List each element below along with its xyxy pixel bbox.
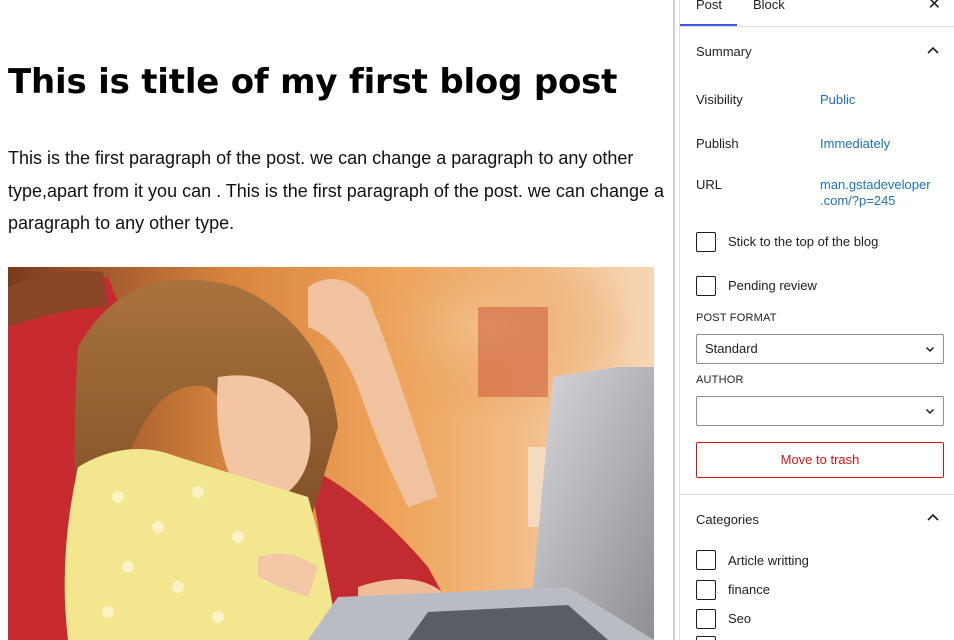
visibility-label: Visibility: [696, 92, 743, 107]
visibility-value[interactable]: Public: [820, 92, 855, 108]
stick-to-top-label: Stick to the top of the blog: [728, 234, 879, 249]
sidebar-tabs: Post Block ✕: [680, 0, 954, 27]
categories-panel-title[interactable]: Categories: [696, 512, 946, 527]
category-label: Seo: [728, 611, 752, 626]
editor-sidebar-divider: [673, 0, 675, 640]
publish-label: Publish: [696, 136, 739, 151]
author-select[interactable]: [696, 396, 944, 426]
category-label: Article writting: [728, 553, 809, 568]
post-format-select[interactable]: Standard: [696, 334, 944, 364]
summary-panel-title[interactable]: Summary: [696, 44, 946, 59]
category-checkbox[interactable]: [696, 580, 716, 600]
post-title[interactable]: This is title of my first blog post: [8, 60, 617, 104]
category-label: finance: [728, 582, 770, 597]
chevron-down-icon: [925, 346, 935, 353]
url-label: URL: [696, 177, 723, 192]
chevron-down-icon: [925, 408, 935, 415]
url-value-line2: .com/?p=245: [820, 193, 896, 208]
category-checkbox[interactable]: [696, 609, 716, 629]
panel-divider: [680, 494, 954, 495]
tab-block[interactable]: Block: [753, 0, 785, 26]
post-image[interactable]: [8, 267, 654, 640]
chevron-up-icon[interactable]: [926, 511, 940, 525]
author-label: AUTHOR: [696, 374, 744, 386]
post-paragraph[interactable]: This is the first paragraph of the post.…: [8, 142, 670, 240]
move-to-trash-button[interactable]: Move to trash: [696, 442, 944, 478]
publish-value[interactable]: Immediately: [820, 136, 890, 152]
settings-sidebar: Post Block ✕ Summary Visibility Public P…: [679, 0, 954, 640]
editor-canvas: This is title of my first blog post This…: [0, 0, 673, 640]
category-checkbox[interactable]: [696, 550, 716, 570]
url-value[interactable]: man.gstadeveloper .com/?p=245: [820, 177, 931, 209]
post-format-label: POST FORMAT: [696, 312, 777, 324]
post-format-value: Standard: [705, 341, 758, 356]
close-icon[interactable]: ✕: [928, 0, 941, 14]
chevron-up-icon[interactable]: [926, 44, 940, 58]
tab-post[interactable]: Post: [696, 0, 722, 26]
active-tab-indicator: [680, 24, 737, 26]
category-checkbox[interactable]: [696, 636, 716, 640]
url-value-line1: man.gstadeveloper: [820, 177, 931, 192]
pending-review-label: Pending review: [728, 278, 817, 293]
pending-review-checkbox[interactable]: [696, 276, 716, 296]
stick-to-top-checkbox[interactable]: [696, 232, 716, 252]
